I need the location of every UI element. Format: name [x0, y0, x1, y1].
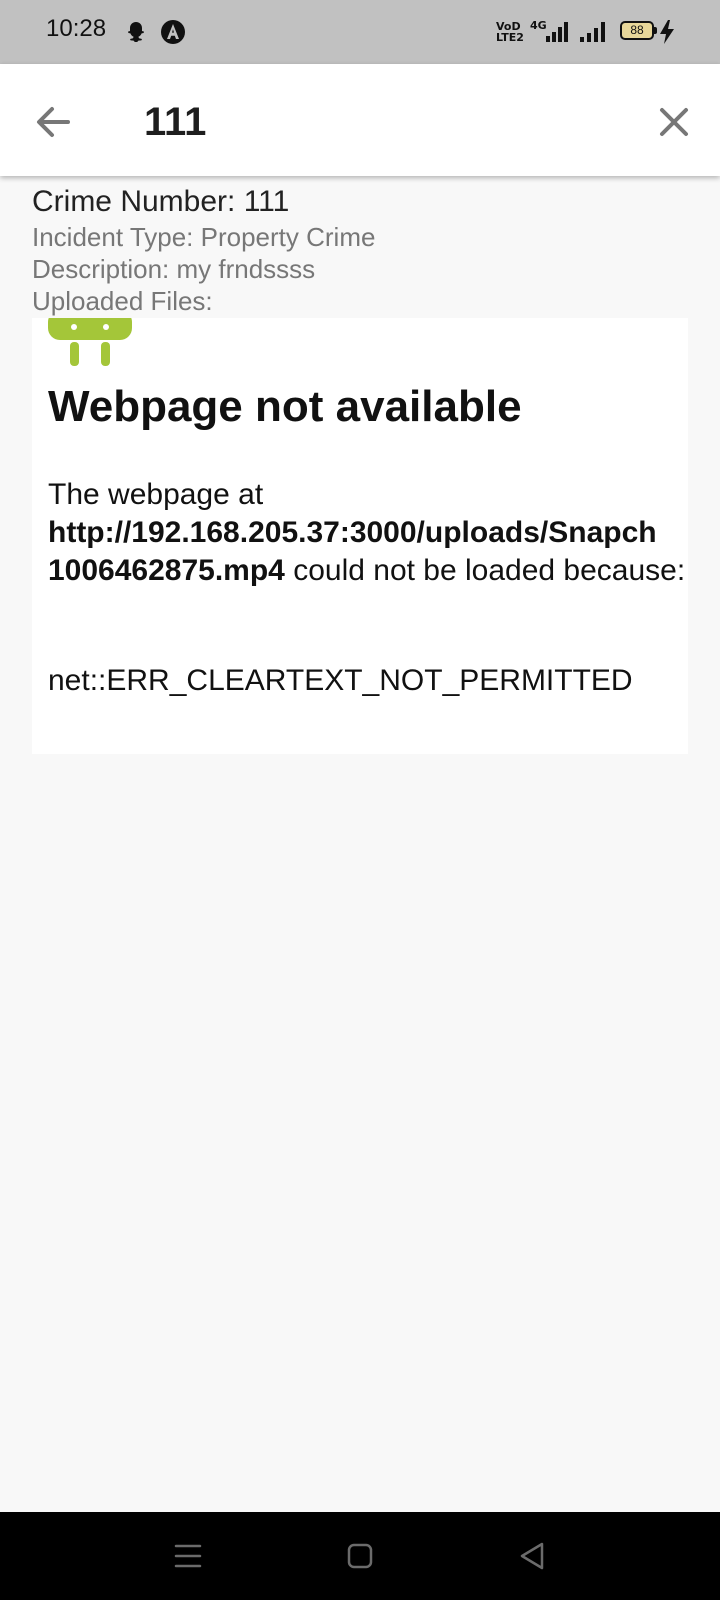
android-robot-icon — [48, 318, 132, 366]
webview-tail: could not be loaded because: — [284, 554, 686, 587]
home-icon[interactable] — [340, 1536, 380, 1576]
webview-intro: The webpage at — [48, 478, 264, 511]
incident-type: Incident Type: Property Crime — [32, 222, 376, 252]
status-time: 10:28 — [46, 15, 107, 42]
system-nav-bar — [0, 1512, 720, 1600]
crime-number: Crime Number: 111 — [32, 185, 290, 218]
arrow-left-icon[interactable] — [26, 96, 78, 148]
webview-url: http://192.168.205.37:3000/uploads/Snapc… — [48, 516, 657, 549]
webview-error-title: Webpage not available — [48, 382, 522, 431]
webview-error-message: The webpage at http://192.168.205.37:300… — [48, 476, 688, 590]
menu-icon[interactable] — [168, 1536, 208, 1576]
back-triangle-icon[interactable] — [512, 1536, 552, 1576]
charging-icon — [660, 20, 674, 44]
uploaded-file-webview[interactable]: Webpage not available The webpage at htt… — [32, 318, 688, 754]
battery-level: 88 — [630, 23, 644, 37]
volte-icon: VoD LTE2 — [496, 20, 524, 44]
search-query-input[interactable]: 111 — [144, 99, 206, 145]
app-a-icon — [161, 20, 185, 44]
snapchat-icon — [128, 22, 144, 42]
description: Description: my frndssss — [32, 254, 316, 284]
close-icon[interactable] — [648, 96, 700, 148]
battery-icon: 88 — [620, 21, 657, 40]
search-app-bar: 111 — [0, 64, 720, 176]
webview-error-code: net::ERR_CLEARTEXT_NOT_PERMITTED — [48, 664, 633, 697]
status-bar: 10:28 VoD LTE2 4G 88 — [0, 0, 720, 64]
webview-url-filename: 1006462875.mp4 — [48, 554, 285, 587]
network-4g-icon: 4G — [530, 20, 547, 31]
network-label-2: 4G — [530, 19, 547, 32]
signal-strength-icon — [546, 22, 568, 42]
uploaded-files-label: Uploaded Files: — [32, 286, 213, 316]
network-label-1: VoD LTE2 — [496, 20, 524, 44]
signal-strength-icon-2 — [580, 22, 605, 42]
